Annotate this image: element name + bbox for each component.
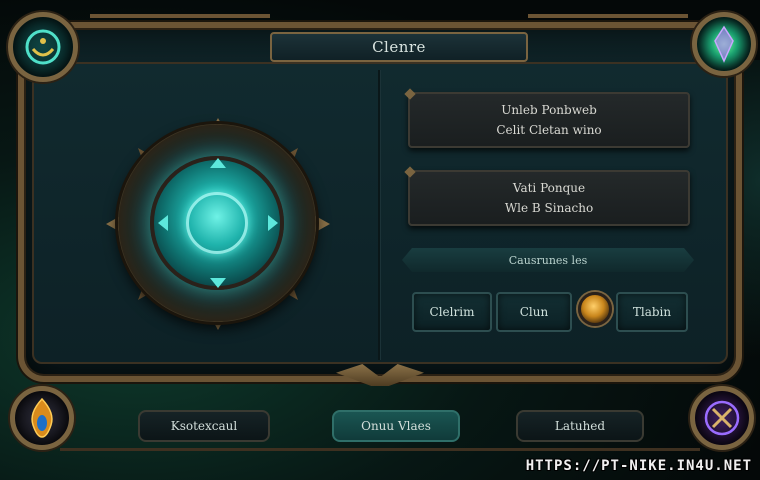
info-box-2-title: Vati Ponque <box>512 181 586 195</box>
info-box-1-subtitle: Celit Cletan wino <box>496 123 602 137</box>
emblem-icon <box>25 29 61 65</box>
bottom-button-latuhed[interactable]: Latuhed <box>516 410 644 442</box>
tab-tlabin[interactable]: Tlabin <box>616 292 688 332</box>
panel-divider <box>378 70 380 360</box>
flame-eye-orb-icon[interactable] <box>10 386 74 450</box>
bottom-rail-lower <box>60 448 700 451</box>
bottom-button-onuu-vlaes[interactable]: Onuu Vlaes <box>332 410 460 442</box>
watermark-text: HTTPS://PT-NIKE.IN4U.NET <box>525 458 752 474</box>
bottom-button-ksotexcaul[interactable]: Ksotexcaul <box>138 410 270 442</box>
gem-arrows <box>158 158 278 288</box>
flame-eye-icon <box>31 397 53 438</box>
power-gem-emblem[interactable] <box>106 118 330 330</box>
amber-orb-button[interactable] <box>578 292 612 326</box>
info-box-2[interactable]: Vati Ponque Wle B Sinacho <box>404 166 690 226</box>
title-ornament-left <box>90 14 270 18</box>
category-bar: Causrunes les <box>402 248 694 272</box>
rune-orb-icon[interactable] <box>690 386 754 450</box>
rune-icon <box>704 400 740 436</box>
title-ornament-right <box>528 14 688 18</box>
tab-clelrim[interactable]: Clelrim <box>412 292 492 332</box>
tab-clun[interactable]: Clun <box>496 292 572 332</box>
crystal-icon <box>714 25 734 63</box>
page-title: Clenre <box>270 32 528 62</box>
info-box-1-title: Unleb Ponbweb <box>501 103 597 117</box>
crystal-orb-icon[interactable] <box>692 12 756 76</box>
info-box-2-subtitle: Wle B Sinacho <box>504 201 594 215</box>
info-box-1[interactable]: Unleb Ponbweb Celit Cletan wino <box>404 88 690 148</box>
emblem-orb-icon[interactable] <box>8 12 78 82</box>
